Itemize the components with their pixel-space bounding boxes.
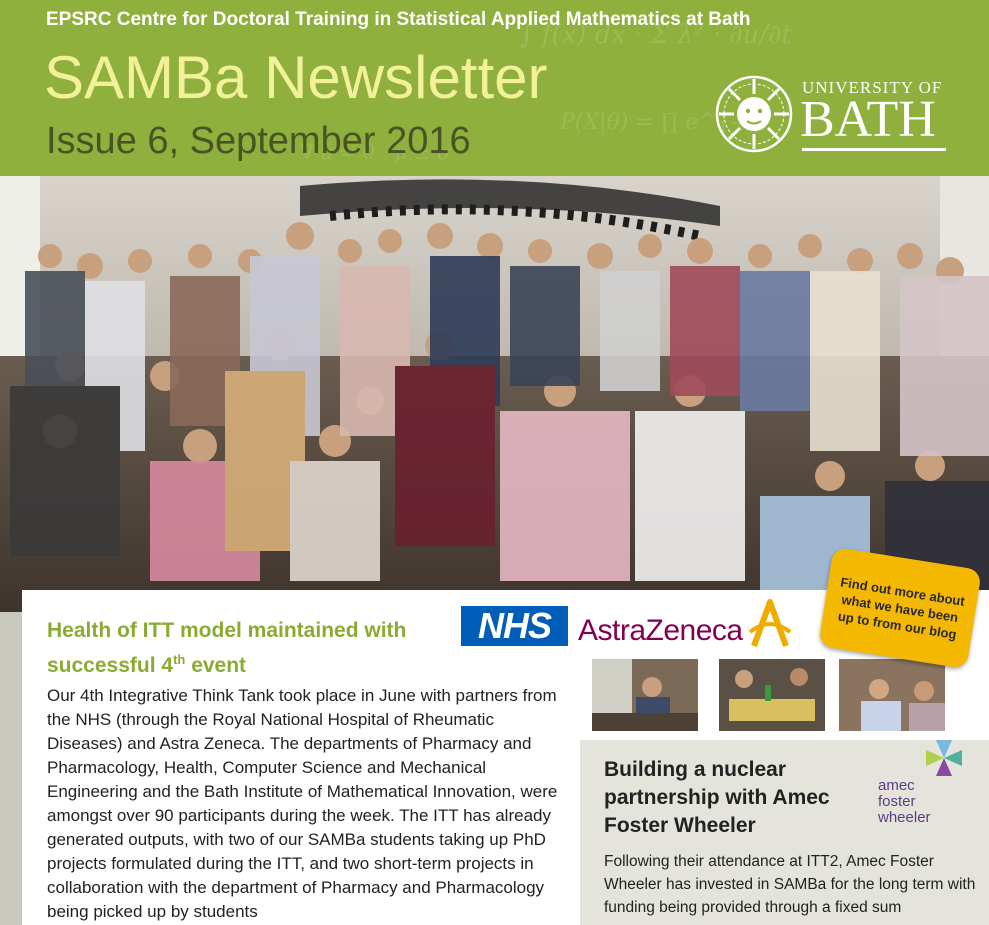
centre-name: EPSRC Centre for Doctoral Training in St…: [46, 9, 751, 30]
newsletter-header: ∫ f(x) dx · Σ λ² · ∂u/∂t P(X|θ) = ∏ e^{-…: [0, 0, 989, 176]
article-body: Our 4th Integrative Think Tank took plac…: [47, 686, 558, 921]
nhs-logo: NHS: [461, 606, 568, 646]
amec-star-icon: [926, 740, 962, 776]
bath-sun-seal-icon: [715, 75, 793, 153]
amec-foster-wheeler-logo: amec foster wheeler: [876, 740, 976, 840]
wheeler-word: wheeler: [878, 809, 931, 826]
itt-photo-thumbnail[interactable]: [839, 659, 945, 731]
article-title: Health of ITT model maintained with succ…: [47, 616, 447, 680]
foster-word: foster: [878, 793, 916, 810]
logo-underline: [802, 148, 946, 151]
astrazeneca-swirl-icon: [748, 599, 792, 648]
itt-photo-thumbnail[interactable]: [592, 659, 698, 731]
group-photo: [0, 176, 989, 612]
newsletter-title: SAMBa Newsletter: [44, 44, 548, 111]
issue-date: Issue 6, September 2016: [46, 120, 471, 162]
amec-logo-text: amec foster wheeler: [878, 778, 931, 826]
content-panel: Health of ITT model maintained with succ…: [22, 546, 989, 925]
article-title-superscript: th: [173, 652, 186, 667]
itt-photo-thumbnail[interactable]: [719, 659, 825, 731]
article-title-text-end: event: [185, 654, 247, 677]
sidebar-title: Building a nuclear partnership with Amec…: [604, 758, 830, 837]
astrazeneca-logo: AstraZeneca: [578, 614, 743, 647]
amec-word: amec: [878, 777, 915, 794]
logo-bath: BATH: [800, 91, 936, 148]
sidebar-body: Following their attendance at ITT2, Amec…: [604, 853, 976, 916]
amec-sidebar: Building a nuclear partnership with Amec…: [580, 740, 989, 925]
university-of-bath-logo[interactable]: UNIVERSITY OF BATH: [714, 74, 954, 158]
